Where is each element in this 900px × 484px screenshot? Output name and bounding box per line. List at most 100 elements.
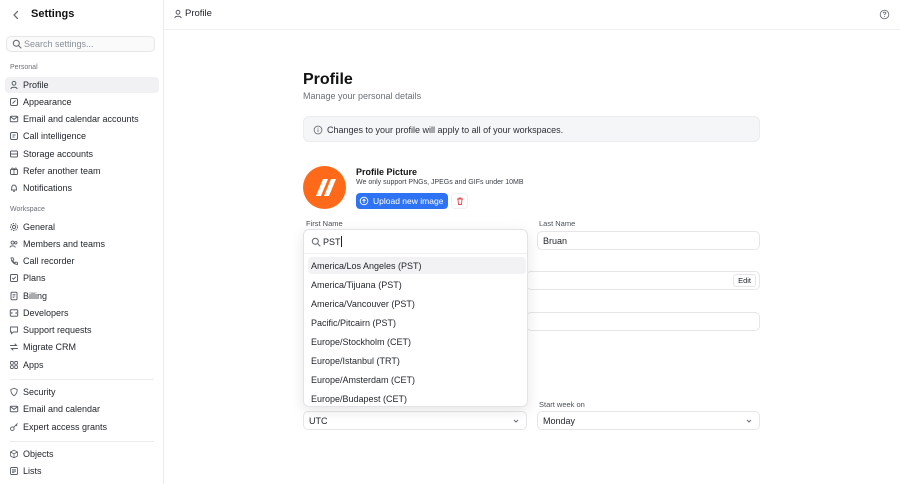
refer-icon bbox=[9, 166, 19, 176]
info-notice: Changes to your profile will apply to al… bbox=[303, 116, 760, 142]
timezone-option[interactable]: America/Vancouver (PST) bbox=[308, 295, 526, 312]
sidebar-item-storage[interactable]: Storage accounts bbox=[5, 146, 159, 162]
code-icon bbox=[9, 308, 19, 318]
sidebar-item-lists[interactable]: Lists bbox=[5, 463, 159, 479]
timezone-option[interactable]: Europe/Istanbul (TRT) bbox=[308, 352, 526, 369]
timezone-option[interactable]: Europe/Stockholm (CET) bbox=[308, 333, 526, 350]
chevron-left-icon[interactable] bbox=[10, 9, 22, 21]
profile-picture-title: Profile Picture bbox=[356, 167, 418, 177]
migrate-icon bbox=[9, 342, 19, 352]
sidebar-item-notifications[interactable]: Notifications bbox=[5, 180, 159, 196]
chevron-down-icon bbox=[513, 419, 519, 423]
timezone-search-query: PST bbox=[323, 237, 341, 247]
search-icon bbox=[12, 39, 22, 49]
timezone-option[interactable]: Europe/Amsterdam (CET) bbox=[308, 371, 526, 388]
sidebar-item-objects[interactable]: Objects bbox=[5, 446, 159, 462]
section-label-workspace: Workspace bbox=[10, 206, 45, 213]
sidebar-item-label: Storage accounts bbox=[23, 149, 94, 159]
gear-icon bbox=[9, 222, 19, 232]
trash-icon bbox=[456, 197, 463, 205]
upload-image-button[interactable]: Upload new image bbox=[356, 193, 448, 209]
appearance-icon bbox=[9, 97, 19, 107]
page-title: Profile bbox=[303, 71, 353, 88]
sidebar-item-label: Billing bbox=[23, 291, 48, 301]
timezone-dropdown: PST America/Los Angeles (PST) America/Ti… bbox=[303, 229, 528, 407]
sidebar-item-label: Email and calendar bbox=[23, 404, 101, 414]
avatar[interactable] bbox=[303, 166, 346, 209]
edit-button[interactable]: Edit bbox=[733, 274, 756, 287]
timezone-option[interactable]: America/Los Angeles (PST) bbox=[308, 257, 526, 274]
sidebar-item-email-calendar[interactable]: Email and calendar bbox=[5, 401, 159, 417]
timezone-option[interactable]: Europe/Budapest (CET) bbox=[308, 390, 526, 406]
billing-icon bbox=[9, 291, 19, 301]
sidebar-item-label: Appearance bbox=[23, 97, 72, 107]
timezone-option[interactable]: Pacific/Pitcairn (PST) bbox=[308, 314, 526, 331]
sidebar-item-label: Security bbox=[23, 387, 56, 397]
sidebar-item-label: General bbox=[23, 222, 56, 232]
sidebar-item-appearance[interactable]: Appearance bbox=[5, 94, 159, 110]
sidebar-item-label: Support requests bbox=[23, 325, 92, 335]
start-week-value: Monday bbox=[543, 416, 576, 426]
page-subtitle: Manage your personal details bbox=[303, 91, 422, 101]
notice-text: Changes to your profile will apply to al… bbox=[327, 125, 564, 135]
secondary-field[interactable] bbox=[526, 312, 760, 331]
sidebar-item-plans[interactable]: Plans bbox=[5, 270, 159, 286]
text-caret bbox=[341, 236, 342, 247]
support-icon bbox=[9, 325, 19, 335]
sidebar-title: Settings bbox=[31, 8, 75, 20]
last-name-field[interactable]: Bruan bbox=[537, 231, 760, 250]
sidebar-item-apps[interactable]: Apps bbox=[5, 357, 159, 373]
sidebar-item-label: Profile bbox=[23, 80, 49, 90]
sidebar: Settings Search settings... Personal Pro… bbox=[0, 0, 164, 484]
key-icon bbox=[9, 422, 19, 432]
sidebar-item-profile[interactable]: Profile bbox=[5, 77, 159, 93]
mail-icon bbox=[9, 114, 19, 124]
search-placeholder: Search settings... bbox=[24, 39, 94, 49]
bell-icon bbox=[9, 183, 19, 193]
sidebar-item-label: Apps bbox=[23, 360, 44, 370]
delete-image-button[interactable] bbox=[451, 193, 468, 209]
recorder-icon bbox=[9, 256, 19, 266]
section-label-personal: Personal bbox=[10, 64, 38, 71]
sidebar-item-security[interactable]: Security bbox=[5, 384, 159, 400]
breadcrumb: Profile bbox=[185, 8, 212, 19]
sidebar-item-call-recorder[interactable]: Call recorder bbox=[5, 253, 159, 269]
top-bar: Profile bbox=[164, 0, 900, 30]
sidebar-item-general[interactable]: General bbox=[5, 219, 159, 235]
sidebar-item-label: Email and calendar accounts bbox=[23, 114, 139, 124]
sidebar-item-email-accounts[interactable]: Email and calendar accounts bbox=[5, 111, 159, 127]
help-icon[interactable] bbox=[879, 9, 890, 20]
info-icon bbox=[313, 125, 323, 135]
sidebar-item-support[interactable]: Support requests bbox=[5, 322, 159, 338]
avatar-logo-icon bbox=[316, 179, 336, 196]
plans-icon bbox=[9, 273, 19, 283]
sidebar-item-label: Migrate CRM bbox=[23, 342, 77, 352]
sidebar-item-label: Developers bbox=[23, 308, 69, 318]
sidebar-item-refer[interactable]: Refer another team bbox=[5, 163, 159, 179]
sidebar-item-migrate-crm[interactable]: Migrate CRM bbox=[5, 339, 159, 355]
sidebar-item-billing[interactable]: Billing bbox=[5, 288, 159, 304]
timezone-search-input[interactable]: PST bbox=[304, 230, 527, 254]
sidebar-item-label: Expert access grants bbox=[23, 422, 108, 432]
last-name-value: Bruan bbox=[543, 236, 568, 246]
sidebar-item-developers[interactable]: Developers bbox=[5, 305, 159, 321]
mail-icon bbox=[9, 404, 19, 414]
start-week-label: Start week on bbox=[539, 400, 585, 409]
start-week-select[interactable]: Monday bbox=[537, 411, 760, 430]
sidebar-header: Settings bbox=[0, 0, 164, 30]
profile-picture-subtitle: We only support PNGs, JPEGs and GIFs und… bbox=[356, 179, 524, 186]
call-intelligence-icon bbox=[9, 131, 19, 141]
timezone-option[interactable]: America/Tijuana (PST) bbox=[308, 276, 526, 293]
user-icon bbox=[9, 80, 19, 90]
shield-icon bbox=[9, 387, 19, 397]
chevron-down-icon bbox=[746, 419, 752, 423]
sidebar-divider bbox=[10, 379, 154, 380]
sidebar-divider bbox=[10, 441, 154, 442]
upload-label: Upload new image bbox=[373, 196, 444, 206]
members-icon bbox=[9, 239, 19, 249]
sidebar-item-call-intelligence[interactable]: Call intelligence bbox=[5, 128, 159, 144]
sidebar-item-members[interactable]: Members and teams bbox=[5, 236, 159, 252]
timezone-select[interactable]: UTC bbox=[303, 411, 527, 430]
search-input[interactable]: Search settings... bbox=[6, 36, 155, 52]
sidebar-item-expert-access[interactable]: Expert access grants bbox=[5, 419, 159, 435]
